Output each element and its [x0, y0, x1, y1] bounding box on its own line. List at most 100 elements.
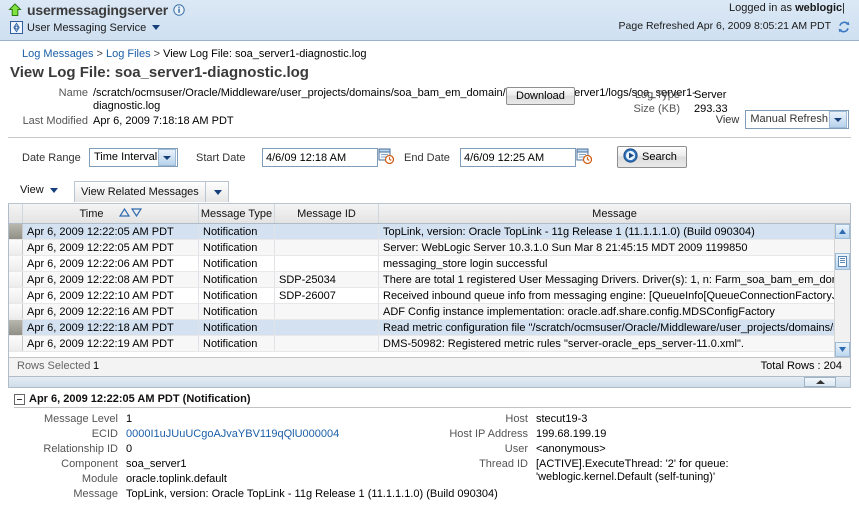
breadcrumb-sep-1: >: [96, 48, 103, 60]
cell-message: There are total 1 registered User Messag…: [383, 274, 850, 286]
cell-time: Apr 6, 2009 12:22:10 AM PDT: [23, 288, 199, 303]
info-icon[interactable]: [173, 4, 185, 16]
logged-in-user[interactable]: weblogic: [795, 2, 842, 14]
detail-label: Host: [505, 413, 528, 425]
table-row[interactable]: Apr 6, 2009 12:22:05 AM PDT Notification T…: [9, 224, 850, 240]
scroll-thumb-icon[interactable]: [835, 253, 850, 270]
size-label: Size (KB): [633, 103, 680, 115]
cell-message-id: SDP-26007: [275, 288, 379, 303]
view-related-messages-label: View Related Messages: [81, 186, 199, 198]
detail-value: 1: [126, 413, 133, 425]
detail-body: Message Level 1 ECID 0000I1uJUuUCgoAJvaYBV1…: [8, 413, 851, 505]
cell-time: Apr 6, 2009 12:22:19 AM PDT: [23, 336, 199, 351]
cell-message-type: Notification: [199, 272, 275, 287]
column-header-message-type[interactable]: Message Type: [199, 204, 275, 223]
date-range-select[interactable]: Time Interval: [89, 148, 179, 167]
service-target-icon: [10, 21, 23, 34]
detail-label: Thread ID: [479, 458, 528, 470]
detail-value: [ACTIVE].ExecuteThread: '2' for queue: '…: [536, 458, 729, 483]
message-detail-panel: Apr 6, 2009 12:22:05 AM PDT (Notificatio…: [8, 393, 851, 505]
cell-message: ADF Config instance implementation: orac…: [383, 306, 775, 318]
cell-time: Apr 6, 2009 12:22:06 AM PDT: [23, 256, 199, 271]
detail-label: Message Level: [44, 413, 118, 425]
view-related-messages-button[interactable]: View Related Messages: [74, 181, 229, 202]
table-view-menu-label: View: [20, 184, 44, 196]
table-view-menu[interactable]: View: [20, 184, 58, 196]
cell-message-type: Notification: [199, 224, 275, 239]
end-date-label: End Date: [404, 152, 450, 164]
chevron-down-icon[interactable]: [206, 189, 228, 195]
table-vertical-scrollbar[interactable]: [834, 224, 850, 357]
row-select-cell[interactable]: [9, 272, 23, 287]
cell-message-id: [275, 304, 379, 319]
thumb-grip: [838, 256, 847, 267]
table-row[interactable]: Apr 6, 2009 12:22:16 AM PDT Notification A…: [9, 304, 850, 320]
breadcrumb-sep-2: >: [153, 48, 161, 60]
calendar-clock-icon[interactable]: [576, 148, 593, 165]
date-range-select-value: Time Interval: [94, 151, 158, 163]
minus-collapse-icon[interactable]: [14, 393, 25, 405]
file-name-value: /scratch/ocmsuser/Oracle/Middleware/user…: [93, 87, 696, 112]
search-button[interactable]: Search: [617, 146, 687, 168]
cell-time: Apr 6, 2009 12:22:08 AM PDT: [23, 272, 199, 287]
detail-value: oracle.toplink.default: [126, 473, 227, 485]
breadcrumb-link-log-messages[interactable]: Log Messages: [22, 48, 94, 60]
divider: [8, 137, 851, 138]
cell-message-type: Notification: [199, 336, 275, 351]
table-row[interactable]: Apr 6, 2009 12:22:06 AM PDT Notification m…: [9, 256, 850, 272]
last-modified-value: Apr 6, 2009 7:18:18 AM PDT: [93, 115, 234, 127]
column-header-message-id[interactable]: Message ID: [275, 204, 379, 223]
cell-message-type: Notification: [199, 304, 275, 319]
scroll-up-icon[interactable]: [835, 224, 850, 239]
row-select-cell[interactable]: [9, 224, 23, 239]
rows-selected-label: Rows Selected: [17, 360, 91, 372]
search-play-icon: [623, 148, 638, 166]
detail-value: TopLink, version: Oracle TopLink - 11g R…: [126, 488, 498, 500]
cell-message: Read metric configuration file "/scratch…: [383, 322, 850, 334]
rows-selected-value: 1: [93, 360, 100, 372]
detail-value[interactable]: 0000I1uJUuUCgoAJvaYBV119qQlU000004: [126, 428, 339, 440]
service-menu[interactable]: User Messaging Service: [10, 21, 161, 34]
cell-message: TopLink, version: Oracle TopLink - 11g R…: [383, 226, 755, 238]
cell-message-id: [275, 256, 379, 271]
end-date-input[interactable]: [460, 148, 576, 167]
calendar-clock-icon[interactable]: [378, 148, 395, 165]
cell-message-id: [275, 320, 379, 335]
column-header-time[interactable]: Time: [23, 204, 199, 223]
row-select-cell[interactable]: [9, 304, 23, 319]
scroll-down-icon[interactable]: [835, 342, 850, 357]
table-row[interactable]: Apr 6, 2009 12:22:19 AM PDT Notification D…: [9, 336, 850, 352]
row-select-cell[interactable]: [9, 240, 23, 255]
panel-splitter[interactable]: [8, 377, 851, 388]
row-select-cell[interactable]: [9, 336, 23, 351]
table-row[interactable]: Apr 6, 2009 12:22:08 AM PDT Notification S…: [9, 272, 850, 288]
table-row[interactable]: Apr 6, 2009 12:22:05 AM PDT Notification S…: [9, 240, 850, 256]
sort-ascending-icon[interactable]: [118, 207, 130, 220]
page-brand-title: usermessagingserver: [27, 2, 168, 18]
row-select-cell[interactable]: [9, 320, 23, 335]
detail-value: 0: [126, 443, 133, 455]
cell-message-id: [275, 336, 379, 351]
row-select-cell[interactable]: [9, 288, 23, 303]
chevron-down-icon: [152, 25, 161, 30]
up-arrow-icon[interactable]: [8, 3, 22, 17]
sort-icons[interactable]: [118, 207, 142, 220]
refresh-icon[interactable]: [837, 20, 851, 34]
breadcrumb-link-log-files[interactable]: Log Files: [106, 48, 151, 60]
cell-time: Apr 6, 2009 12:22:18 AM PDT: [23, 320, 199, 335]
chevron-down-icon: [49, 187, 58, 193]
detail-label: Host IP Address: [449, 428, 528, 440]
cell-message: DMS-50982: Registered metric rules "serv…: [383, 338, 744, 350]
table-row[interactable]: Apr 6, 2009 12:22:10 AM PDT Notification S…: [9, 288, 850, 304]
collapse-up-icon[interactable]: [804, 377, 836, 387]
row-select-cell[interactable]: [9, 256, 23, 271]
sort-descending-icon[interactable]: [130, 207, 142, 220]
cell-message-id: [275, 224, 379, 239]
detail-value: soa_server1: [126, 458, 187, 470]
start-date-input[interactable]: [262, 148, 378, 167]
table-row[interactable]: Apr 6, 2009 12:22:18 AM PDT Notification R…: [9, 320, 850, 336]
service-menu-label: User Messaging Service: [27, 21, 147, 34]
table-toolbar: View View Related Messages: [8, 181, 851, 204]
download-button[interactable]: Download: [506, 87, 575, 105]
column-header-message[interactable]: Message: [379, 204, 850, 223]
